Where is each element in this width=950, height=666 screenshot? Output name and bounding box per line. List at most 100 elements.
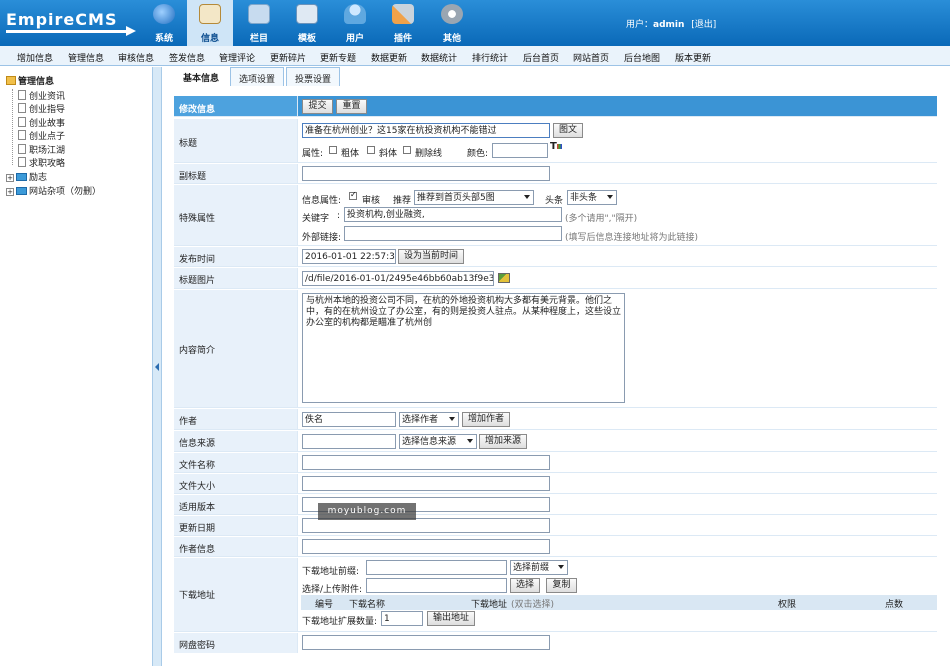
title-input[interactable]: 准备在杭州创业？这15家在杭投资机构不能错过 (302, 123, 550, 138)
pubtime-input[interactable]: 2016-01-01 22:57:34 (302, 249, 396, 264)
tree-item-label: 创业点子 (29, 132, 66, 142)
tree-root[interactable]: 管理信息 (6, 74, 54, 87)
title-image-button[interactable]: 图文 (553, 123, 583, 138)
source-select[interactable]: 选择信息来源 (399, 434, 477, 449)
nav-template[interactable]: 模板 (284, 0, 330, 46)
choose-file-button[interactable]: 选择 (510, 578, 540, 593)
nav-other[interactable]: 其他 (429, 0, 475, 46)
author-info-input[interactable] (302, 539, 550, 554)
tree-folder-label: 励志 (29, 173, 48, 183)
italic-checkbox[interactable] (367, 146, 375, 154)
download-prefix-select[interactable]: 选择前缀 (510, 560, 568, 575)
update-date-label-cell: 更新日期 (174, 516, 298, 535)
update-date-input[interactable] (302, 518, 550, 533)
submenu-audit-info[interactable]: 审核信息 (118, 51, 154, 64)
tree-folder[interactable]: + 励志 (6, 170, 47, 183)
submenu-admin-home[interactable]: 后台首页 (523, 51, 559, 64)
tree-item[interactable]: 创业指导 (18, 102, 65, 115)
filesize-row: 文件大小 (174, 474, 937, 494)
tab-basic-info[interactable]: 基本信息 (174, 67, 228, 87)
copy-button[interactable]: 复制 (546, 578, 577, 593)
tree-folder-label: 网站杂项（勿删） (29, 187, 102, 197)
nav-column-label: 栏目 (249, 34, 268, 44)
author-select[interactable]: 选择作者 (399, 412, 459, 427)
keywords-input[interactable]: 投资机构,创业融资, (344, 207, 562, 222)
sidebar-collapse-bar[interactable] (152, 67, 162, 666)
submenu-rank-stats[interactable]: 排行统计 (472, 51, 508, 64)
submit-button[interactable]: 提交 (302, 99, 333, 114)
submenu-sign-info[interactable]: 签发信息 (169, 51, 205, 64)
tools-icon (392, 4, 414, 24)
author-input[interactable]: 佚名 (302, 412, 396, 427)
netdisk-label: 网盘密码 (179, 641, 216, 651)
tab-vote[interactable]: 投票设置 (286, 67, 340, 86)
expand-icon[interactable]: + (6, 174, 14, 182)
tree-item[interactable]: 创业资讯 (18, 89, 65, 102)
gear-icon (441, 4, 463, 24)
external-link-label: 外部链接: (302, 233, 342, 243)
col-download-address: 下载地址 (471, 600, 508, 610)
pubtime-label: 发布时间 (179, 255, 216, 265)
filesize-label-cell: 文件大小 (174, 474, 298, 493)
extension-count-input[interactable]: 1 (381, 611, 423, 626)
submenu-update-fragments[interactable]: 更新碎片 (270, 51, 306, 64)
add-author-button[interactable]: 增加作者 (462, 412, 510, 427)
logo-arrow (126, 26, 136, 36)
add-source-button[interactable]: 增加来源 (479, 434, 527, 449)
submenu-data-stats[interactable]: 数据统计 (421, 51, 457, 64)
submenu-add-info[interactable]: 增加信息 (17, 51, 53, 64)
color-picker-icon[interactable]: T (550, 141, 562, 152)
expand-icon[interactable]: + (6, 188, 14, 196)
tab-options[interactable]: 选项设置 (230, 67, 284, 86)
submenu-manage-info[interactable]: 管理信息 (68, 51, 104, 64)
reset-button[interactable]: 重置 (336, 99, 367, 114)
download-prefix-input[interactable] (366, 560, 507, 575)
template-window-icon (296, 4, 318, 24)
source-input[interactable] (302, 434, 396, 449)
tree-folder[interactable]: + 网站杂项（勿删） (6, 184, 101, 197)
collapse-arrow-icon[interactable] (155, 363, 159, 371)
upload-input[interactable] (366, 578, 507, 593)
titlepic-input[interactable]: /d/file/2016-01-01/2495e46bb60ab13f9e3fd (302, 271, 494, 286)
external-link-input[interactable] (344, 226, 562, 241)
strike-checkbox[interactable] (403, 146, 411, 154)
author-label-cell: 作者 (174, 409, 298, 429)
submenu-data-update[interactable]: 数据更新 (371, 51, 407, 64)
subtitle-input[interactable] (302, 166, 550, 181)
version-label: 适用版本 (179, 503, 216, 513)
bold-checkbox[interactable] (329, 146, 337, 154)
submenu-version-update[interactable]: 版本更新 (675, 51, 711, 64)
set-current-time-button[interactable]: 设为当前时间 (398, 249, 464, 264)
tree-item[interactable]: 创业故事 (18, 116, 65, 129)
globe-icon (153, 4, 175, 24)
recommend-select[interactable]: 推荐到首页头部5图 (414, 190, 534, 205)
submenu-site-home[interactable]: 网站首页 (573, 51, 609, 64)
logout-link[interactable]: [退出] (691, 20, 716, 30)
netdisk-row: 网盘密码 (174, 633, 937, 653)
filename-input[interactable] (302, 455, 550, 470)
nav-info[interactable]: 信息 (187, 0, 233, 46)
filename-label-cell: 文件名称 (174, 453, 298, 472)
tree-item[interactable]: 创业点子 (18, 129, 65, 142)
color-input[interactable] (492, 143, 548, 158)
col-points: 点数 (885, 600, 904, 610)
output-address-button[interactable]: 输出地址 (427, 611, 475, 626)
headline-select[interactable]: 非头条 (567, 190, 617, 205)
empirecms-logo[interactable]: EmpireCMS (6, 8, 136, 38)
nav-plugin[interactable]: 插件 (380, 0, 426, 46)
tree-item[interactable]: 求职攻略 (18, 156, 65, 169)
image-select-icon[interactable] (498, 273, 510, 283)
nav-system[interactable]: 系统 (141, 0, 187, 46)
filesize-input[interactable] (302, 476, 550, 491)
submenu-admin-map[interactable]: 后台地图 (624, 51, 660, 64)
audit-checkbox[interactable] (349, 190, 357, 200)
nav-user[interactable]: 用户 (332, 0, 378, 46)
tree-item[interactable]: 职场江湖 (18, 143, 65, 156)
intro-textarea[interactable]: 与杭州本地的投资公司不同，在杭的外地投资机构大多都有美元背景。他们之中，有的在杭… (302, 293, 625, 403)
intro-label-cell: 内容简介 (174, 290, 298, 407)
submenu-update-topics[interactable]: 更新专题 (320, 51, 356, 64)
nav-column[interactable]: 栏目 (236, 0, 282, 46)
submenu-manage-comments[interactable]: 管理评论 (219, 51, 255, 64)
keywords-colon: : (337, 211, 341, 221)
netdisk-input[interactable] (302, 635, 550, 650)
